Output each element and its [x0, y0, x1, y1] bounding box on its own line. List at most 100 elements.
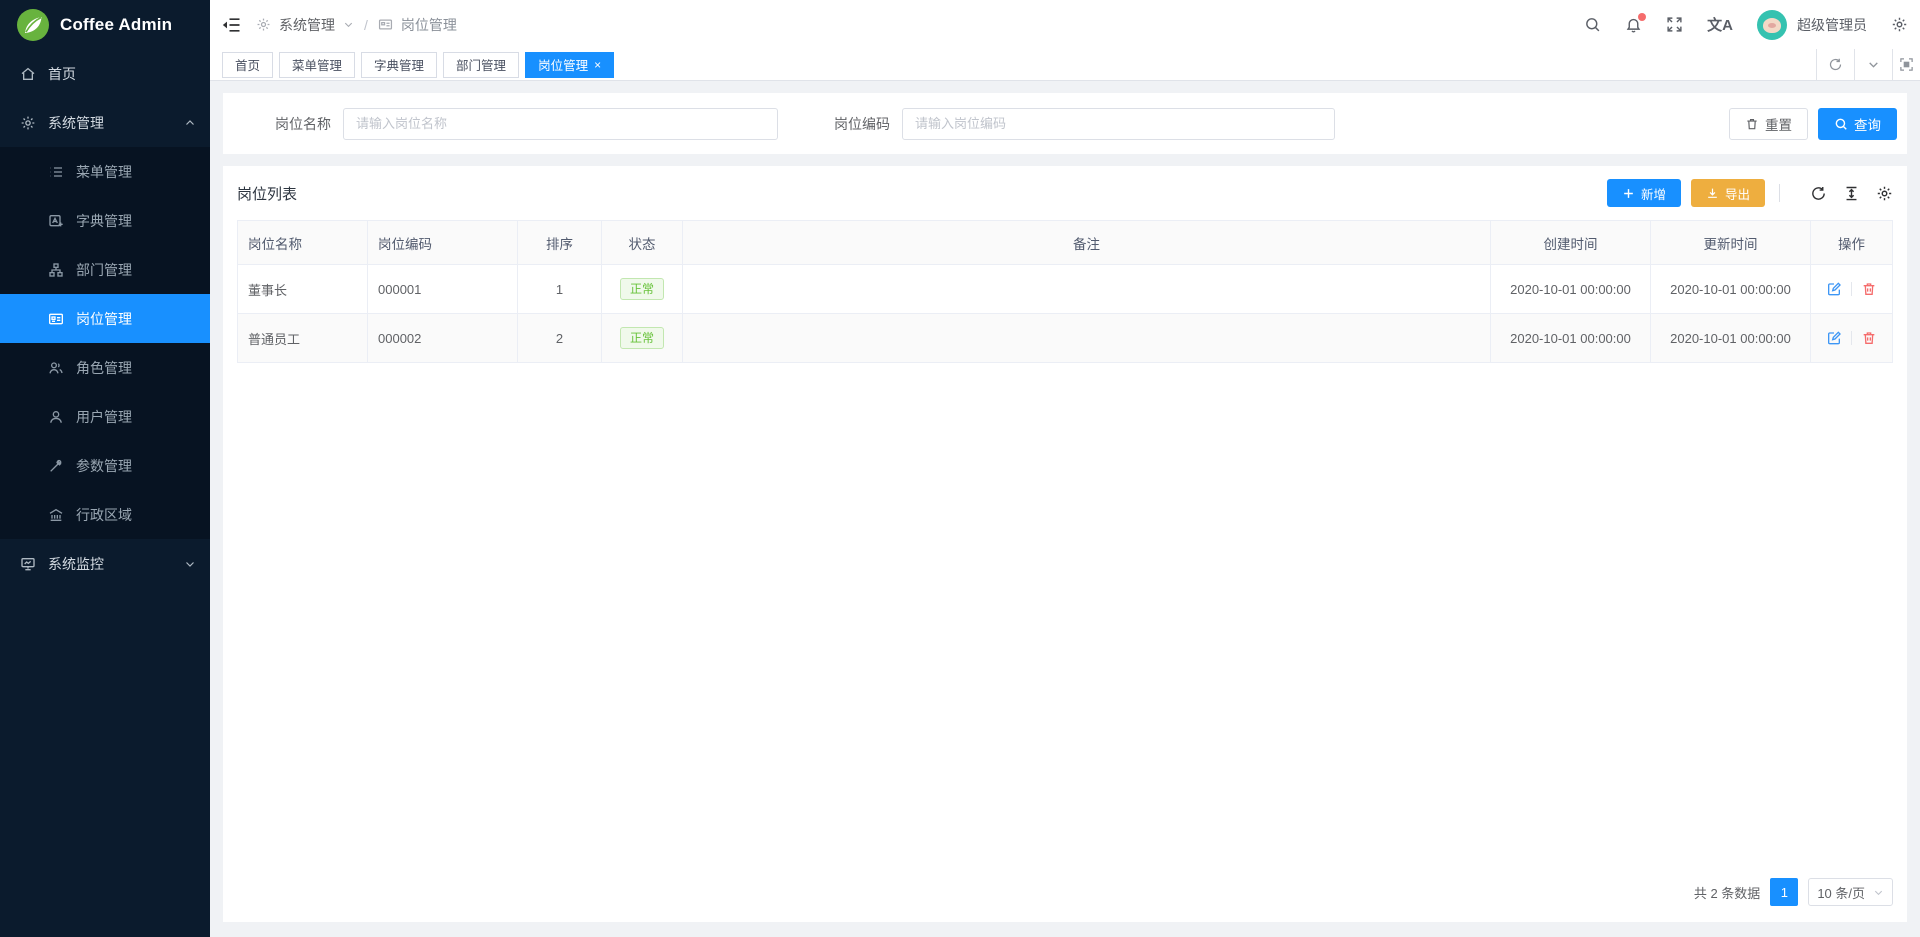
col-header-remark: 备注	[683, 221, 1491, 265]
sidebar-item-label: 字典管理	[76, 211, 132, 231]
username: 超级管理员	[1797, 15, 1867, 35]
search-icon	[1834, 117, 1848, 131]
sidebar-item-label: 角色管理	[76, 358, 132, 378]
pagination: 共 2 条数据 1 10 条/页	[1694, 878, 1893, 906]
user-icon	[48, 409, 64, 425]
cell-status: 正常	[602, 314, 683, 363]
notification-bell-icon[interactable]	[1625, 16, 1642, 33]
sidebar-item-label: 行政区域	[76, 505, 132, 525]
edit-icon[interactable]	[1826, 330, 1842, 346]
tab-home[interactable]: 首页	[222, 52, 273, 78]
add-label: 新增	[1641, 184, 1666, 203]
tabs-bar: 首页 菜单管理 字典管理 部门管理 岗位管理 ×	[210, 49, 1920, 81]
cell-updated: 2020-10-01 00:00:00	[1651, 314, 1811, 363]
table-header-row: 岗位名称 岗位编码 排序 状态 备注 创建时间 更新时间 操作	[238, 221, 1893, 265]
refresh-icon[interactable]	[1810, 185, 1827, 202]
status-badge: 正常	[620, 327, 664, 349]
tab-dept-mgmt[interactable]: 部门管理	[443, 52, 519, 78]
cell-post-name: 董事长	[238, 265, 368, 314]
translate-icon[interactable]: 文A	[1707, 14, 1733, 35]
sidebar-item-user-mgmt[interactable]: 用户管理	[0, 392, 210, 441]
delete-icon[interactable]	[1861, 330, 1877, 346]
chevron-down-icon[interactable]	[343, 19, 354, 30]
col-header-post-name: 岗位名称	[238, 221, 368, 265]
tab-post-mgmt[interactable]: 岗位管理 ×	[525, 52, 614, 78]
fullscreen-icon[interactable]	[1666, 16, 1683, 33]
tab-menu-mgmt[interactable]: 菜单管理	[279, 52, 355, 78]
delete-icon[interactable]	[1861, 281, 1877, 297]
sidebar-item-param-mgmt[interactable]: 参数管理	[0, 441, 210, 490]
roles-icon	[48, 360, 64, 376]
breadcrumb-level2: 岗位管理	[401, 15, 457, 35]
cell-remark	[683, 265, 1491, 314]
sidebar-item-post-mgmt[interactable]: 岗位管理	[0, 294, 210, 343]
breadcrumb-level1[interactable]: 系统管理	[279, 15, 335, 35]
reset-button[interactable]: 重置	[1729, 108, 1808, 140]
home-icon	[20, 66, 36, 82]
page-number-button[interactable]: 1	[1770, 878, 1798, 906]
tab-dict-mgmt[interactable]: 字典管理	[361, 52, 437, 78]
sidebar-submenu-system: 菜单管理 字典管理 部门管理 岗位管理 角色管理	[0, 147, 210, 539]
app-title: Coffee Admin	[60, 15, 172, 35]
content: 岗位名称 岗位编码 重置 查询	[210, 81, 1920, 937]
edit-icon[interactable]	[1826, 281, 1842, 297]
tab-label: 菜单管理	[292, 55, 342, 74]
reset-label: 重置	[1765, 114, 1792, 134]
chevron-down-icon	[1873, 887, 1884, 898]
search-icon[interactable]	[1584, 16, 1601, 33]
tab-close-icon[interactable]: ×	[594, 59, 601, 71]
post-name-label: 岗位名称	[275, 114, 331, 134]
column-settings-gear-icon[interactable]	[1876, 185, 1893, 202]
cell-created: 2020-10-01 00:00:00	[1491, 314, 1651, 363]
table-row: 普通员工 000002 2 正常 2020-10-01 00:00:00 202…	[238, 314, 1893, 363]
navbar: 系统管理 / 岗位管理 文A	[210, 0, 1920, 49]
sidebar-item-system[interactable]: 系统管理	[0, 98, 210, 147]
sidebar-item-region[interactable]: 行政区域	[0, 490, 210, 539]
sidebar-item-role-mgmt[interactable]: 角色管理	[0, 343, 210, 392]
org-tree-icon	[48, 262, 64, 278]
bank-icon	[48, 507, 64, 523]
divider	[1851, 282, 1852, 296]
query-label: 查询	[1854, 114, 1881, 134]
sidebar-item-dict-mgmt[interactable]: 字典管理	[0, 196, 210, 245]
list-icon	[48, 164, 64, 180]
add-button[interactable]: 新增	[1607, 179, 1681, 207]
sidebar-item-menu-mgmt[interactable]: 菜单管理	[0, 147, 210, 196]
tabs-dropdown-chevron-icon[interactable]	[1854, 49, 1892, 81]
cell-updated: 2020-10-01 00:00:00	[1651, 265, 1811, 314]
row-density-icon[interactable]	[1843, 185, 1860, 202]
tabs-refresh-icon[interactable]	[1816, 49, 1854, 81]
sidebar-item-home[interactable]: 首页	[0, 49, 210, 98]
page-size-select[interactable]: 10 条/页	[1808, 878, 1893, 906]
content-fullscreen-icon[interactable]	[1892, 49, 1920, 81]
tab-label: 首页	[235, 55, 260, 74]
gear-icon	[20, 115, 36, 131]
col-header-sort: 排序	[518, 221, 602, 265]
tab-label: 岗位管理	[538, 55, 588, 74]
breadcrumb: 系统管理 / 岗位管理	[256, 15, 457, 35]
cell-created: 2020-10-01 00:00:00	[1491, 265, 1651, 314]
cell-post-name: 普通员工	[238, 314, 368, 363]
col-header-updated: 更新时间	[1651, 221, 1811, 265]
user-menu[interactable]: 超级管理员	[1757, 10, 1867, 40]
sidebar-item-label: 用户管理	[76, 407, 132, 427]
tab-label: 部门管理	[456, 55, 506, 74]
col-header-created: 创建时间	[1491, 221, 1651, 265]
query-button[interactable]: 查询	[1818, 108, 1897, 140]
monitor-icon	[20, 556, 36, 572]
col-header-ops: 操作	[1811, 221, 1893, 265]
export-button[interactable]: 导出	[1691, 179, 1765, 207]
post-code-input[interactable]	[902, 108, 1335, 140]
wrench-icon	[48, 458, 64, 474]
sidebar-item-label: 菜单管理	[76, 162, 132, 182]
sidebar-item-monitor[interactable]: 系统监控	[0, 539, 210, 588]
sidebar-fold-icon[interactable]	[222, 15, 242, 35]
pagination-total: 共 2 条数据	[1694, 883, 1760, 902]
panel-title: 岗位列表	[237, 183, 297, 204]
post-name-input[interactable]	[343, 108, 778, 140]
export-label: 导出	[1725, 184, 1750, 203]
sidebar-item-dept-mgmt[interactable]: 部门管理	[0, 245, 210, 294]
notification-dot	[1638, 13, 1646, 21]
plus-icon	[1622, 187, 1635, 200]
settings-gear-icon[interactable]	[1891, 16, 1908, 33]
